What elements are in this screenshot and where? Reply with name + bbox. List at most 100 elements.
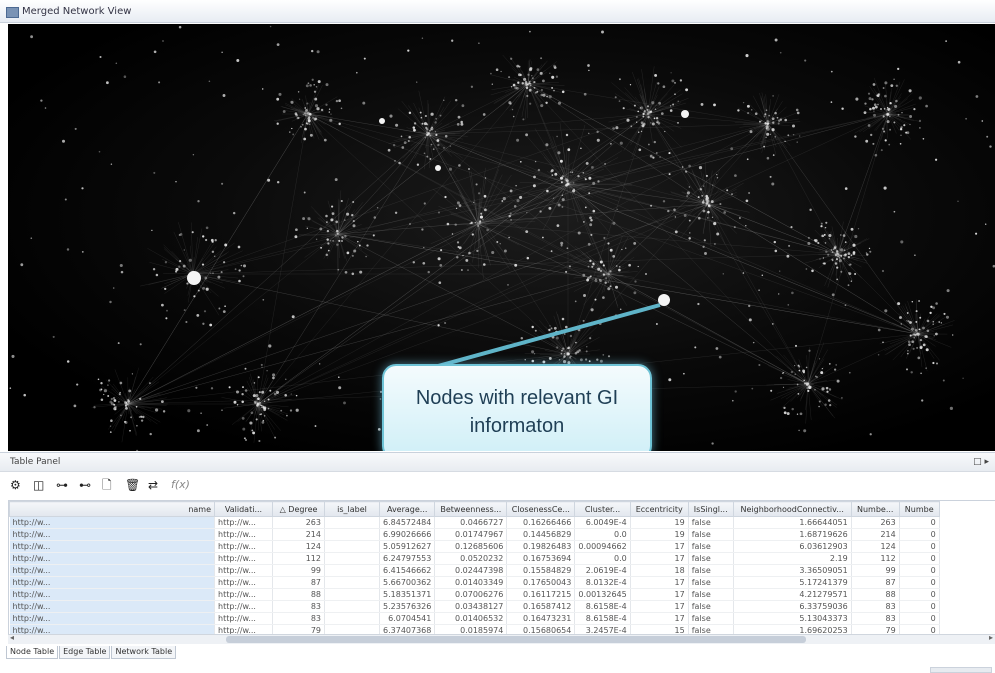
table-cell: http://w... (214, 612, 273, 625)
table-cell: 0.01403349 (434, 576, 508, 589)
table-cell: 18 (630, 564, 689, 577)
annotation-callout: Nodes with relevant GI informaton (382, 364, 652, 451)
table-row[interactable]: http://w... http://w... 87 5.66700362 0.0140… (9, 576, 940, 589)
table-cell: 0 (899, 528, 940, 541)
settings-gear-icon[interactable]: ⚙ (10, 476, 21, 494)
map-icon[interactable]: ⇄ (148, 476, 158, 494)
delete-column-icon[interactable]: 🗑 (125, 476, 140, 494)
table-cell: false (688, 528, 734, 541)
table-cell: 83 (851, 600, 900, 613)
column-header[interactable]: name (9, 501, 215, 517)
scroll-left-icon[interactable]: ◂ (10, 633, 14, 642)
table-cell: 0.16587412 (506, 600, 576, 613)
table-cell: false (688, 612, 734, 625)
hub-node[interactable] (435, 165, 441, 171)
table-cell: http://w... (214, 528, 273, 541)
table-cell: 0.01747967 (434, 528, 508, 541)
table-cell: 19 (630, 516, 689, 529)
link-icon[interactable]: ⊶ (56, 476, 68, 494)
column-header[interactable]: IsSingl... (687, 501, 734, 517)
table-toolbar: ⚙ ◫ ⊶ ⊷ 🗋 🗑 ⇄ f(x) (0, 472, 995, 498)
table-row[interactable]: http://w... http://w... 263 6.84572484 0.046… (9, 516, 940, 529)
window-title: Merged Network View (22, 6, 132, 17)
table-cell: 8.6158E-4 (574, 600, 631, 613)
column-header[interactable]: Average... (378, 501, 436, 517)
table-cell: http://w... (9, 516, 215, 529)
table-cell: 5.17241379 (733, 576, 852, 589)
table-cell: 0.12685606 (434, 540, 508, 553)
column-header[interactable]: Eccentricity (629, 501, 689, 517)
table-cell: 87 (851, 576, 900, 589)
gi-node-left[interactable] (187, 271, 201, 285)
horizontal-scrollbar[interactable]: ◂ ▸ (8, 633, 995, 644)
table-cell: 6.33759036 (733, 600, 852, 613)
table-cell: 6.24797553 (379, 552, 436, 565)
table-row[interactable]: http://w... http://w... 124 5.05912627 0.126… (9, 540, 940, 553)
scroll-thumb[interactable] (226, 636, 806, 643)
hub-node[interactable] (379, 118, 385, 124)
table-cell: 0.16266466 (506, 516, 576, 529)
table-cell: 0 (899, 612, 940, 625)
new-column-icon[interactable]: 🗋 (102, 476, 112, 494)
table-cell: 0.0466727 (434, 516, 508, 529)
scroll-right-icon[interactable]: ▸ (989, 633, 993, 642)
column-header[interactable]: is_label (324, 501, 380, 517)
column-header[interactable]: Betweenness... (434, 501, 508, 517)
table-cell: 17 (630, 540, 689, 553)
network-canvas[interactable]: Nodes with relevant GI informaton (8, 24, 995, 451)
column-header[interactable]: Numbe (898, 501, 940, 517)
panel-maximize-icon[interactable]: □ ▸ (973, 457, 989, 467)
column-header[interactable]: △ Degree (272, 501, 325, 517)
tab-network-table[interactable]: Network Table (111, 646, 177, 659)
table-row[interactable]: http://w... http://w... 214 6.99026666 0.017… (9, 528, 940, 541)
table-cell: 0.17650043 (506, 576, 576, 589)
table-cell: 88 (272, 588, 325, 601)
table-cell: 0 (899, 516, 940, 529)
column-header[interactable]: Numbe... (850, 501, 900, 517)
table-cell: 6.0049E-4 (574, 516, 631, 529)
table-row[interactable]: http://w... http://w... 88 5.18351371 0.0700… (9, 588, 940, 601)
column-header[interactable]: Validati... (214, 501, 273, 517)
unlink-icon[interactable]: ⊷ (79, 476, 91, 494)
table-cell: 2.0619E-4 (574, 564, 631, 577)
table-row[interactable]: http://w... http://w... 83 6.0704541 0.01406… (9, 612, 940, 625)
table-cell: 112 (272, 552, 325, 565)
table-row[interactable]: http://w... http://w... 99 6.41546662 0.0244… (9, 564, 940, 577)
table-cell: false (688, 552, 734, 565)
gi-node-center[interactable] (658, 294, 670, 306)
table-row[interactable]: http://w... http://w... 83 5.23576326 0.0343… (9, 600, 940, 613)
table-cell: 5.05912627 (379, 540, 436, 553)
hub-node[interactable] (681, 110, 689, 118)
callout-text: Nodes with relevant GI informaton (415, 387, 619, 437)
node-table[interactable]: name Validati... △ Degree is_label Average..… (8, 500, 995, 636)
table-cell: http://w... (214, 552, 273, 565)
tab-node-table[interactable]: Node Table (6, 646, 59, 659)
table-tabs: Node Table Edge Table Network Table (6, 646, 177, 660)
table-row[interactable]: http://w... http://w... 112 6.24797553 0.052… (9, 552, 940, 565)
table-cell: 87 (272, 576, 325, 589)
table-cell (324, 612, 380, 625)
column-header[interactable]: Cluster... (574, 501, 631, 517)
table-cell: false (688, 588, 734, 601)
table-cell: false (688, 564, 734, 577)
table-cell: 1.66644051 (733, 516, 852, 529)
table-cell: 0 (899, 588, 940, 601)
table-cell: 0.0 (574, 528, 631, 541)
tab-edge-table[interactable]: Edge Table (59, 646, 111, 659)
function-icon[interactable]: f(x) (171, 476, 190, 494)
table-cell: http://w... (9, 528, 215, 541)
column-header[interactable]: ClosenessCe... (506, 501, 576, 517)
table-cell (324, 588, 380, 601)
column-header[interactable]: NeighborhoodConnectiv... (732, 501, 852, 517)
table-cell: 83 (272, 600, 325, 613)
table-cell: http://w... (214, 564, 273, 577)
status-progress (930, 667, 992, 673)
columns-icon[interactable]: ◫ (33, 476, 44, 494)
table-cell: 0.00132645 (574, 588, 631, 601)
table-cell: 0 (899, 600, 940, 613)
table-cell: 8.6158E-4 (574, 612, 631, 625)
table-cell: false (688, 540, 734, 553)
table-cell: 0 (899, 540, 940, 553)
table-cell: 263 (851, 516, 900, 529)
table-cell: 0.16473231 (506, 612, 576, 625)
